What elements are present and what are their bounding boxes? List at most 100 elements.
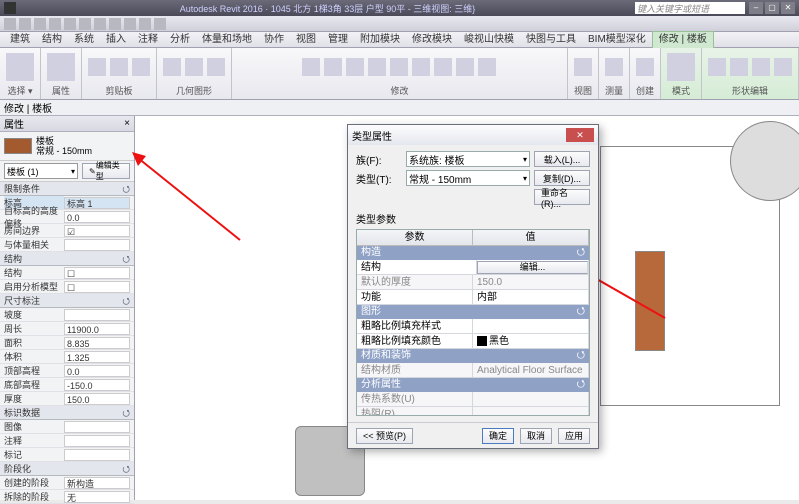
tab-collab[interactable]: 协作 xyxy=(258,32,290,48)
prop-thick-value[interactable]: 150.0 xyxy=(64,393,130,405)
help-search-input[interactable]: 键入关键字或短语 xyxy=(635,2,745,14)
move-icon[interactable] xyxy=(302,58,320,76)
prop-demo-value[interactable]: 无 xyxy=(64,491,130,503)
trim-icon[interactable] xyxy=(368,58,386,76)
delete-icon[interactable] xyxy=(478,58,496,76)
sect-phase-label[interactable]: 阶段化 xyxy=(4,462,31,475)
view-icon[interactable] xyxy=(574,58,592,76)
prop-mark-value[interactable] xyxy=(64,449,130,461)
qat-section-icon[interactable] xyxy=(139,18,151,30)
struct-edit-button[interactable]: 编辑... xyxy=(477,261,588,274)
qat-redo-icon[interactable] xyxy=(49,18,61,30)
prop-offset-value[interactable]: 0.0 xyxy=(64,211,130,223)
cancel-button[interactable]: 取消 xyxy=(520,428,552,444)
tab-arch[interactable]: 建筑 xyxy=(4,32,36,48)
qat-print-icon[interactable] xyxy=(64,18,76,30)
revit-app-icon[interactable] xyxy=(4,2,16,14)
prop-area-value[interactable]: 8.835 xyxy=(64,337,130,349)
cutgeom-icon[interactable] xyxy=(185,58,203,76)
properties-icon[interactable] xyxy=(47,53,75,81)
group-analytical[interactable]: 分析属性 xyxy=(361,378,401,392)
win-max-icon[interactable]: ▢ xyxy=(765,2,779,14)
tab-mass[interactable]: 体量和场地 xyxy=(196,32,258,48)
pick-support-icon[interactable] xyxy=(752,58,770,76)
tab-insert[interactable]: 插入 xyxy=(100,32,132,48)
prop-comm-value[interactable] xyxy=(64,435,130,447)
array-icon[interactable] xyxy=(412,58,430,76)
win-close-icon[interactable]: ✕ xyxy=(781,2,795,14)
qat-3d-icon[interactable] xyxy=(124,18,136,30)
join-icon[interactable] xyxy=(207,58,225,76)
prop-mass-value[interactable] xyxy=(64,239,130,251)
instance-count-combo[interactable]: 楼板 (1) xyxy=(4,163,78,179)
tab-modify-floor[interactable]: 修改 | 楼板 xyxy=(652,31,714,48)
tab-view[interactable]: 视图 xyxy=(290,32,322,48)
p-coarse-value[interactable] xyxy=(473,319,589,333)
tab-sys[interactable]: 系统 xyxy=(68,32,100,48)
tab-mod2[interactable]: 峻视山快模 xyxy=(458,32,520,48)
edit-type-button[interactable]: ✎ 编辑类型 xyxy=(82,163,130,179)
group-graphics[interactable]: 图形 xyxy=(361,305,381,319)
prop-level-value[interactable]: 标高 1 xyxy=(64,197,130,209)
dialog-close-icon[interactable]: ✕ xyxy=(566,128,594,142)
prop-img-value[interactable] xyxy=(64,421,130,433)
qat-sync-icon[interactable] xyxy=(154,18,166,30)
win-min-icon[interactable]: – xyxy=(749,2,763,14)
p-func-value[interactable]: 内部 xyxy=(473,290,589,304)
qat-open-icon[interactable] xyxy=(4,18,16,30)
rename-button[interactable]: 重命名(R)... xyxy=(534,189,590,205)
paste-icon[interactable] xyxy=(88,58,106,76)
sect-id-label[interactable]: 标识数据 xyxy=(4,406,40,419)
edit-boundary-icon[interactable] xyxy=(667,53,695,81)
tab-annot[interactable]: 注释 xyxy=(132,32,164,48)
pin-icon[interactable] xyxy=(456,58,474,76)
reset-shape-icon[interactable] xyxy=(774,58,792,76)
prop-vol-value[interactable]: 1.325 xyxy=(64,351,130,363)
mirror-icon[interactable] xyxy=(346,58,364,76)
qat-measure-icon[interactable] xyxy=(79,18,91,30)
prop-botel-value[interactable]: -150.0 xyxy=(64,379,130,391)
prop-struct-value[interactable]: ☐ xyxy=(64,267,130,279)
add-split-icon[interactable] xyxy=(730,58,748,76)
family-combo[interactable]: 系统族: 楼板 xyxy=(406,151,530,167)
cope-icon[interactable] xyxy=(163,58,181,76)
scale-icon[interactable] xyxy=(434,58,452,76)
apply-button[interactable]: 应用 xyxy=(558,428,590,444)
split-icon[interactable] xyxy=(390,58,408,76)
tab-mod3[interactable]: 快图与工具 xyxy=(520,32,582,48)
tab-struct[interactable]: 结构 xyxy=(36,32,68,48)
tab-manage[interactable]: 管理 xyxy=(322,32,354,48)
group-construction[interactable]: 构造 xyxy=(361,246,381,260)
copy-icon[interactable] xyxy=(132,58,150,76)
prop-slope-value[interactable] xyxy=(64,309,130,321)
modify-select-icon[interactable] xyxy=(6,53,34,81)
tab-addin[interactable]: 附加模块 xyxy=(354,32,406,48)
prop-anal-value[interactable]: ☐ xyxy=(64,281,130,293)
prop-perim-value[interactable]: 11900.0 xyxy=(64,323,130,335)
add-point-icon[interactable] xyxy=(708,58,726,76)
qat-undo-icon[interactable] xyxy=(34,18,46,30)
prop-created-value[interactable]: 新构造 xyxy=(64,477,130,489)
prop-topel-value[interactable]: 0.0 xyxy=(64,365,130,377)
duplicate-button[interactable]: 复制(D)... xyxy=(534,170,590,186)
qat-align-icon[interactable] xyxy=(94,18,106,30)
prop-room-value[interactable]: ☑ xyxy=(64,225,130,237)
load-button[interactable]: 载入(L)... xyxy=(534,151,590,167)
group-material[interactable]: 材质和装饰 xyxy=(361,349,411,363)
rotate-icon[interactable] xyxy=(324,58,342,76)
qat-text-icon[interactable] xyxy=(109,18,121,30)
palette-close-icon[interactable]: × xyxy=(124,118,130,129)
sect-constraints-label[interactable]: 限制条件 xyxy=(4,182,40,195)
tab-analyze[interactable]: 分析 xyxy=(164,32,196,48)
type-combo[interactable]: 常规 - 150mm xyxy=(406,170,530,186)
preview-button[interactable]: << 预览(P) xyxy=(356,428,413,444)
ok-button[interactable]: 确定 xyxy=(482,428,514,444)
qat-save-icon[interactable] xyxy=(19,18,31,30)
cut-icon[interactable] xyxy=(110,58,128,76)
tab-mod1[interactable]: 修改模块 xyxy=(406,32,458,48)
p-coarsec-value[interactable]: 黑色 xyxy=(473,334,589,348)
sect-struct-label[interactable]: 结构 xyxy=(4,252,22,265)
sect-dim-label[interactable]: 尺寸标注 xyxy=(4,294,40,307)
type-selector[interactable]: 楼板常规 - 150mm xyxy=(0,132,134,161)
create-icon[interactable] xyxy=(636,58,654,76)
